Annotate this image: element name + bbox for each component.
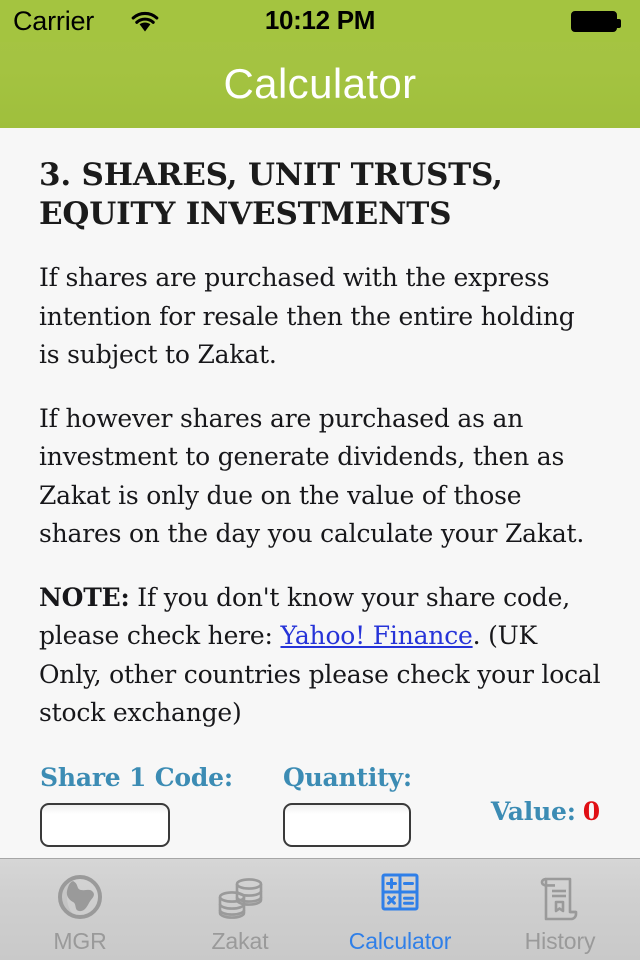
status-bar: Carrier 10:12 PM	[0, 0, 640, 42]
share-entry-row: Share 1 Code: Quantity: Value: 0	[39, 763, 601, 859]
scroll-document-icon	[540, 877, 578, 921]
tab-zakat-label: Zakat	[211, 928, 269, 954]
tab-bar: MGR Zakat Calculator History	[0, 858, 640, 960]
tab-history-label: History	[524, 928, 596, 954]
share-code-field-group: Share 1 Code:	[40, 763, 233, 847]
tab-history[interactable]: History	[480, 859, 640, 960]
page-title: Calculator	[223, 60, 417, 107]
quantity-field-group: Quantity:	[283, 763, 412, 847]
quantity-label: Quantity:	[283, 762, 412, 792]
tab-mgr-label: MGR	[53, 928, 107, 954]
quantity-input[interactable]	[283, 802, 411, 847]
share-code-input[interactable]	[40, 802, 170, 847]
calculator-icon	[381, 873, 419, 911]
tab-calculator-label: Calculator	[348, 928, 452, 954]
yahoo-finance-link[interactable]: Yahoo! Finance	[280, 621, 472, 650]
paragraph-shares-dividends: If however shares are purchased as an in…	[39, 403, 585, 549]
article-scroll-area[interactable]: 3. SHARES, UNIT TRUSTS, EQUITY INVESTMEN…	[0, 128, 640, 858]
app-screen: Calculator Carrier 10:12 PM 3. SHARES, U…	[0, 0, 640, 960]
value-label: Value:	[490, 796, 576, 826]
globe-icon	[58, 875, 102, 919]
note-label: NOTE:	[39, 582, 130, 612]
share-code-label: Share 1 Code:	[40, 762, 233, 792]
tab-calculator[interactable]: Calculator	[320, 859, 480, 960]
value-display: Value: 0	[491, 797, 600, 826]
tab-mgr[interactable]: MGR	[0, 859, 160, 960]
paragraph-note: NOTE: If you don't know your share code,…	[39, 579, 601, 733]
paragraph-shares-resale: If shares are purchased with the express…	[39, 263, 575, 369]
clock-label: 10:12 PM	[264, 5, 376, 35]
value-amount: 0	[582, 796, 600, 826]
coins-icon	[218, 878, 263, 919]
section-heading: 3. SHARES, UNIT TRUSTS, EQUITY INVESTMEN…	[39, 157, 503, 232]
tab-zakat[interactable]: Zakat	[160, 859, 320, 960]
battery-full-icon	[571, 11, 621, 32]
